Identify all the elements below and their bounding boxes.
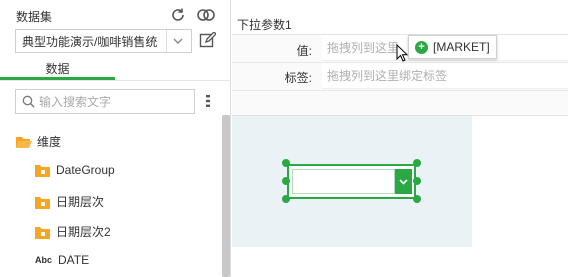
dataset-title: 数据集 xyxy=(16,10,53,24)
tag-label: 标签: xyxy=(284,71,312,85)
refresh-icon[interactable] xyxy=(169,6,187,24)
resize-handle[interactable] xyxy=(413,159,421,167)
tag-drop-field[interactable]: 拖拽列到这里绑定标签 xyxy=(322,63,568,89)
folder-icon xyxy=(35,226,50,239)
tree-item-label: 日期层次 xyxy=(56,195,105,209)
left-panel: 数据集 典型功能演示/咖啡销售统 数据 输入搜索文字 维度 DateGroup … xyxy=(0,0,231,277)
more-options-icon[interactable] xyxy=(205,94,213,108)
tree-item-label: DATE xyxy=(58,253,90,267)
tab-divider xyxy=(0,80,231,81)
resize-handle[interactable] xyxy=(282,159,290,167)
search-input[interactable]: 输入搜索文字 xyxy=(15,89,195,114)
tree-item-label: DateGroup xyxy=(56,163,115,177)
plus-icon: + xyxy=(415,40,428,54)
folder-open-icon xyxy=(16,136,32,148)
resize-handle[interactable] xyxy=(413,177,421,185)
tree-item-dimension[interactable]: 维度 xyxy=(16,133,61,150)
abc-icon: Abc xyxy=(35,255,53,265)
tree-item-label: 日期层次2 xyxy=(56,225,111,239)
edit-icon[interactable] xyxy=(198,31,217,50)
folder-icon xyxy=(35,196,50,209)
dataset-select-value: 典型功能演示/咖啡销售统 xyxy=(22,34,158,49)
dropdown-parameter-widget[interactable] xyxy=(287,164,416,199)
folder-icon xyxy=(35,164,50,177)
tree-item-date[interactable]: Abc DATE xyxy=(35,253,89,267)
link-icon[interactable] xyxy=(195,6,217,24)
search-placeholder: 输入搜索文字 xyxy=(39,95,112,109)
dropdown-input[interactable] xyxy=(292,169,395,194)
tree-item-dategroup[interactable]: DateGroup xyxy=(35,163,115,177)
row-divider xyxy=(232,90,568,91)
tag-placeholder: 拖拽列到这里绑定标签 xyxy=(327,69,448,83)
value-placeholder: 拖拽列到这里 xyxy=(327,41,400,55)
drag-field-label: [MARKET] xyxy=(433,40,490,54)
dataset-select[interactable]: 典型功能演示/咖啡销售统 xyxy=(15,29,192,53)
chevron-down-icon[interactable] xyxy=(166,30,188,52)
tree-item-date-hierarchy-2[interactable]: 日期层次2 xyxy=(35,223,111,240)
drag-field-chip[interactable]: + [MARKET] xyxy=(408,35,497,59)
resize-handle[interactable] xyxy=(282,195,290,203)
resize-handle[interactable] xyxy=(413,195,421,203)
tree-item-label: 维度 xyxy=(37,135,62,149)
chevron-down-icon[interactable] xyxy=(395,169,412,194)
scrollbar[interactable] xyxy=(222,115,230,277)
value-label: 值: xyxy=(296,44,312,58)
cursor-icon xyxy=(396,43,409,62)
properties-title: 下拉参数1 xyxy=(237,18,292,32)
resize-handle[interactable] xyxy=(282,177,290,185)
tree-item-date-hierarchy[interactable]: 日期层次 xyxy=(35,193,104,210)
search-icon xyxy=(22,95,35,108)
properties-header: 下拉参数1 xyxy=(232,10,568,34)
